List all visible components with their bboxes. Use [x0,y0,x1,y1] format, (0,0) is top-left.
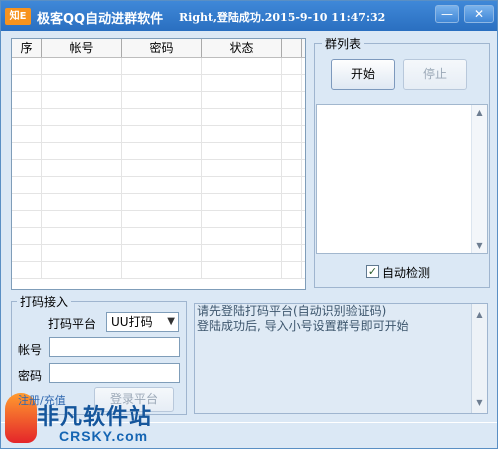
title-bar: 知E 极客QQ自动进群软件 Right,登陆成功.2015-9-10 11:47… [1,1,497,31]
window-title: 极客QQ自动进群软件 [37,12,164,27]
login-status-title: Right,登陆成功.2015-9-10 11:47:32 [179,11,386,24]
log-output[interactable]: 请先登陆打码平台(自动识别验证码) 登陆成功后, 导入小号设置群号即可开始 ▲ … [194,303,488,414]
log-line: 请先登陆打码平台(自动识别验证码) [197,304,387,318]
watermark-sub-text: CRSKY.com [59,428,149,444]
scroll-down-icon[interactable]: ▼ [472,241,487,250]
captcha-platform-title: 打码接入 [17,293,72,310]
scroll-up-icon[interactable]: ▲ [472,108,487,117]
table-row [12,126,305,143]
table-row [12,245,305,262]
log-line: 登陆成功后, 导入小号设置群号即可开始 [197,319,409,333]
column-index[interactable]: 序 [12,39,42,57]
log-scrollbar[interactable]: ▲ ▼ [471,304,487,413]
password-label: 密码 [18,369,43,383]
platform-label: 打码平台 [48,317,97,331]
group-list-scrollbar[interactable]: ▲ ▼ [471,105,487,253]
table-row [12,75,305,92]
table-header: 序 帐号 密码 状态 [12,39,305,58]
account-input[interactable] [49,337,180,357]
table-row [12,92,305,109]
app-icon: 知E [5,8,31,25]
table-row [12,109,305,126]
table-row [12,194,305,211]
account-table[interactable]: 序 帐号 密码 状态 [11,38,306,290]
platform-select-value: UU打码 [111,315,153,329]
minimize-button[interactable]: — [435,5,459,23]
group-list-title: 群列表 [322,35,365,52]
start-button[interactable]: 开始 [331,59,395,90]
scroll-up-icon[interactable]: ▲ [472,307,487,322]
table-row [12,177,305,194]
group-list-area[interactable]: ▲ ▼ [316,104,488,254]
table-row [12,160,305,177]
column-password[interactable]: 密码 [122,39,202,57]
account-label: 帐号 [18,343,43,357]
auto-detect-label: 自动检测 [382,266,431,280]
column-status[interactable]: 状态 [202,39,282,57]
auto-detect-checkbox[interactable]: ✓ [366,265,379,278]
table-row [12,262,305,279]
stop-button[interactable]: 停止 [403,59,467,90]
column-account[interactable]: 帐号 [42,39,122,57]
table-row [12,143,305,160]
scroll-down-icon[interactable]: ▼ [472,395,487,410]
column-extra [282,39,302,57]
close-button[interactable]: ✕ [464,5,494,23]
main-window: 知E 极客QQ自动进群软件 Right,登陆成功.2015-9-10 11:47… [0,0,498,449]
platform-select[interactable]: UU打码 ▼ [106,312,179,332]
table-row [12,211,305,228]
password-input[interactable] [49,363,180,383]
table-row [12,58,305,75]
chevron-down-icon: ▼ [167,316,175,327]
register-recharge-link[interactable]: 注册/充值 [18,392,66,408]
table-row [12,228,305,245]
